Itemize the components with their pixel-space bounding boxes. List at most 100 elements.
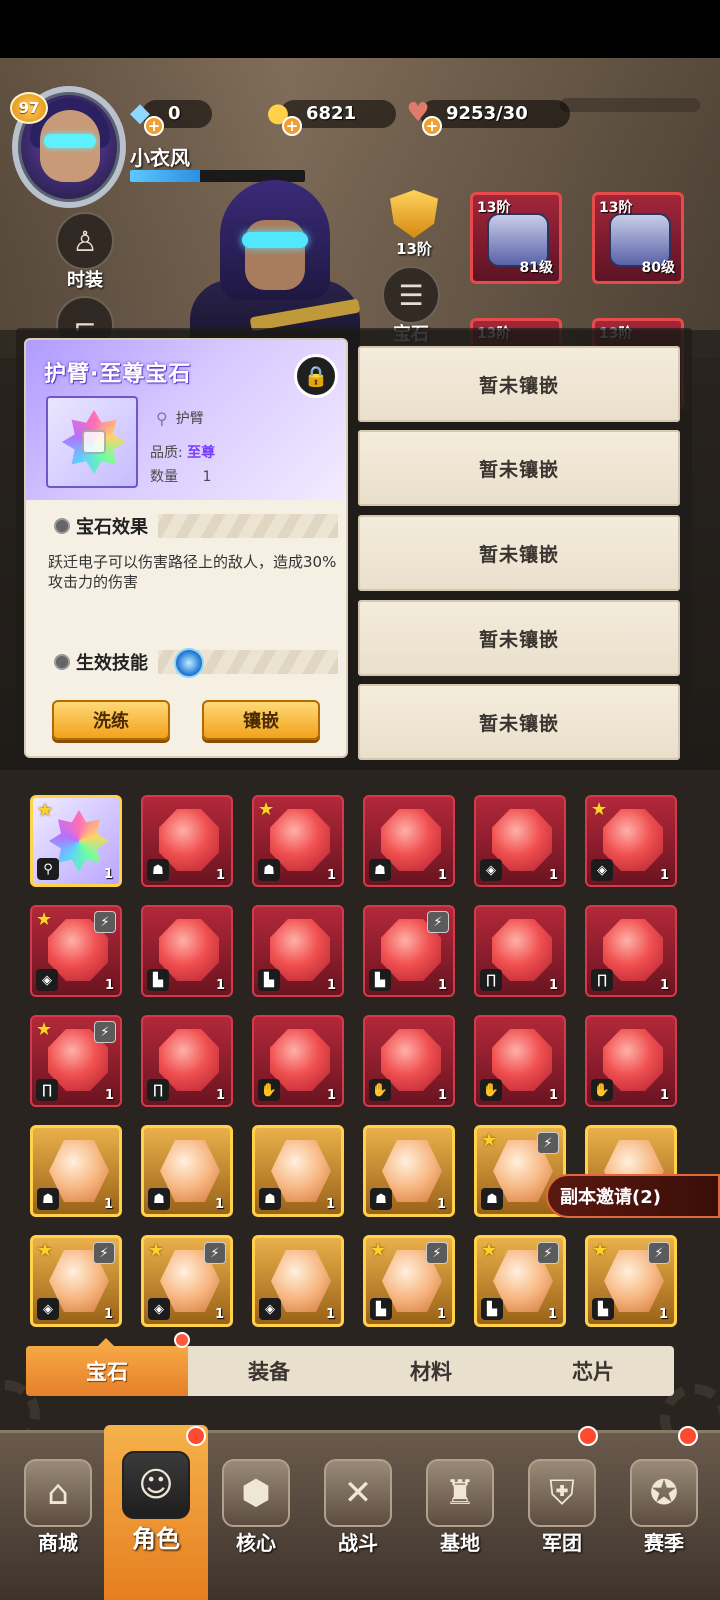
gem-item[interactable]: ★ ⚲ 1 bbox=[30, 795, 122, 887]
gem-item[interactable]: ★ ⚡ ▙ 1 bbox=[585, 1235, 677, 1327]
inlay-button[interactable]: 镶嵌 bbox=[202, 700, 320, 740]
gem-count: 1 bbox=[215, 1088, 225, 1103]
lock-icon: ⚡ bbox=[427, 911, 449, 933]
rank-label: 13阶 bbox=[396, 240, 432, 258]
hero-goggles bbox=[242, 232, 308, 248]
nav-season[interactable]: ✪ 赛季 bbox=[612, 1433, 716, 1600]
gem-item[interactable]: ✋ 1 bbox=[363, 1015, 455, 1107]
gem-item[interactable]: ☗1 bbox=[141, 795, 233, 887]
nav-character[interactable]: ☺ 角色 bbox=[104, 1425, 208, 1600]
gem-count: 数量 1 bbox=[150, 466, 211, 486]
battle-icon: ✕ bbox=[324, 1459, 392, 1527]
helm-slot-icon: ☗ bbox=[148, 1188, 170, 1210]
boot-slot-icon: ▙ bbox=[370, 1298, 392, 1320]
base-icon: ♜ bbox=[426, 1459, 494, 1527]
hero-character bbox=[190, 180, 361, 360]
equip-tier: 13阶 bbox=[599, 200, 633, 216]
dungeon-invite-button[interactable]: 副本邀请(2) bbox=[546, 1174, 720, 1218]
resource-meat[interactable]: ♥ + 9253/30 bbox=[398, 94, 570, 136]
resource-coin[interactable]: ● + 6821 bbox=[258, 94, 396, 136]
effect-heading: 宝石效果 bbox=[76, 517, 148, 538]
gem-core bbox=[82, 430, 106, 454]
lock-icon: ⚡ bbox=[648, 1242, 670, 1264]
chest-slot-icon: ◈ bbox=[37, 1298, 59, 1320]
socket-slot-1[interactable]: 暂未镶嵌 bbox=[358, 346, 680, 422]
gem-item[interactable]: ☗1 bbox=[252, 1125, 344, 1217]
gem-item[interactable]: ☗1 bbox=[141, 1125, 233, 1217]
gem-item[interactable]: ☗1 bbox=[363, 795, 455, 887]
lightning-skill-icon[interactable] bbox=[174, 648, 204, 678]
nav-battle[interactable]: ✕ 战斗 bbox=[306, 1433, 410, 1600]
equip-slot-helmet[interactable]: 13阶 81级 bbox=[470, 192, 562, 284]
gem-item[interactable]: ★ ⚡ ◈ 1 bbox=[30, 905, 122, 997]
resource-diamond[interactable]: ◆ + 0 bbox=[120, 94, 212, 136]
gem-count: 1 bbox=[214, 1197, 224, 1212]
gem-item[interactable]: ◈ 1 bbox=[252, 1235, 344, 1327]
nav-label: 角色 bbox=[132, 1525, 180, 1553]
gem-item[interactable]: ☗1 bbox=[30, 1125, 122, 1217]
nav-base[interactable]: ♜ 基地 bbox=[408, 1433, 512, 1600]
gem-item[interactable]: ∏ 1 bbox=[585, 905, 677, 997]
meat-value: 9253/30 bbox=[446, 102, 528, 124]
gem-count: 1 bbox=[437, 868, 447, 883]
equip-slot-gauntlet[interactable]: 13阶 80级 bbox=[592, 192, 684, 284]
gem-item[interactable]: ✋ 1 bbox=[585, 1015, 677, 1107]
gem-item[interactable]: ◈ 1 bbox=[474, 795, 566, 887]
lock-icon: ⚡ bbox=[93, 1242, 115, 1264]
nav-shop[interactable]: ⌂ 商城 bbox=[6, 1433, 110, 1600]
helm-slot-icon: ☗ bbox=[369, 859, 391, 881]
star-icon: ★ bbox=[37, 800, 54, 821]
pants-slot-icon: ∏ bbox=[591, 969, 613, 991]
pants-slot-icon: ∏ bbox=[147, 1079, 169, 1101]
gem-item[interactable]: ★ ⚡ ∏ 1 bbox=[30, 1015, 122, 1107]
tab-gem[interactable]: 宝石 bbox=[26, 1346, 188, 1396]
rank-badge[interactable]: 13阶 bbox=[384, 190, 444, 259]
tab-material[interactable]: 材料 bbox=[350, 1346, 512, 1396]
add-diamond-button[interactable]: + bbox=[144, 116, 164, 136]
gem-item[interactable]: ✋ 1 bbox=[252, 1015, 344, 1107]
add-meat-button[interactable]: + bbox=[422, 116, 442, 136]
gem-quality: 品质: 至尊 bbox=[150, 442, 215, 462]
lock-toggle-button[interactable]: 🔒 bbox=[294, 354, 338, 398]
gem-item[interactable]: ▙ 1 bbox=[252, 905, 344, 997]
gem-count: 1 bbox=[103, 1307, 113, 1322]
boot-slot-icon: ▙ bbox=[481, 1298, 503, 1320]
nav-legion[interactable]: ⛨ 军团 bbox=[510, 1433, 614, 1600]
diamond-value: 0 bbox=[168, 102, 181, 124]
socket-slot-4[interactable]: 暂未镶嵌 bbox=[358, 600, 680, 676]
add-coin-button[interactable]: + bbox=[282, 116, 302, 136]
count-label: 数量 bbox=[150, 469, 178, 485]
gem-item[interactable]: ★ ☗ 1 bbox=[252, 795, 344, 887]
gem-count: 1 bbox=[215, 978, 225, 993]
pants-slot-icon: ∏ bbox=[480, 969, 502, 991]
lock-icon: ⚡ bbox=[94, 1021, 116, 1043]
gem-item[interactable]: ★ ⚡ ▙ 1 bbox=[363, 1235, 455, 1327]
gem-item[interactable]: ★ ⚡ ◈ 1 bbox=[30, 1235, 122, 1327]
season-icon: ✪ bbox=[630, 1459, 698, 1527]
tab-chip[interactable]: 芯片 bbox=[512, 1346, 674, 1396]
character-icon: ☺ bbox=[122, 1451, 190, 1519]
gem-item[interactable]: ★ ⚡ ◈ 1 bbox=[141, 1235, 233, 1327]
gem-item[interactable]: ✋ 1 bbox=[474, 1015, 566, 1107]
gem-item[interactable]: ★ ⚡ ▙ 1 bbox=[474, 1235, 566, 1327]
pants-slot-icon: ∏ bbox=[36, 1079, 58, 1101]
fashion-button[interactable]: ♙ 时装 bbox=[54, 212, 116, 292]
gem-item[interactable]: ∏ 1 bbox=[141, 1015, 233, 1107]
nav-core[interactable]: ⬢ 核心 bbox=[204, 1433, 308, 1600]
tab-equipment[interactable]: 装备 bbox=[188, 1346, 350, 1396]
gem-detail-card: 护臂·至尊宝石 🔒 ⚲ 护臂 品质: 至尊 数量 1 宝石效果 跃迁电子可以伤害… bbox=[26, 340, 346, 756]
gem-count: 1 bbox=[325, 1197, 335, 1212]
socket-slot-2[interactable]: 暂未镶嵌 bbox=[358, 430, 680, 506]
gem-item[interactable]: ∏ 1 bbox=[474, 905, 566, 997]
nav-label: 赛季 bbox=[644, 1531, 684, 1555]
gem-count: 1 bbox=[104, 1088, 114, 1103]
socket-slot-5[interactable]: 暂未镶嵌 bbox=[358, 684, 680, 760]
gem-item[interactable]: ★ ◈ 1 bbox=[585, 795, 677, 887]
gem-item[interactable]: ⚡ ▙ 1 bbox=[363, 905, 455, 997]
shop-icon: ⌂ bbox=[24, 1459, 92, 1527]
gem-item[interactable]: ▙ 1 bbox=[141, 905, 233, 997]
socket-slot-3[interactable]: 暂未镶嵌 bbox=[358, 515, 680, 591]
refine-button[interactable]: 洗练 bbox=[52, 700, 170, 740]
gem-item[interactable]: ☗1 bbox=[363, 1125, 455, 1217]
gem-count: 1 bbox=[326, 1088, 336, 1103]
